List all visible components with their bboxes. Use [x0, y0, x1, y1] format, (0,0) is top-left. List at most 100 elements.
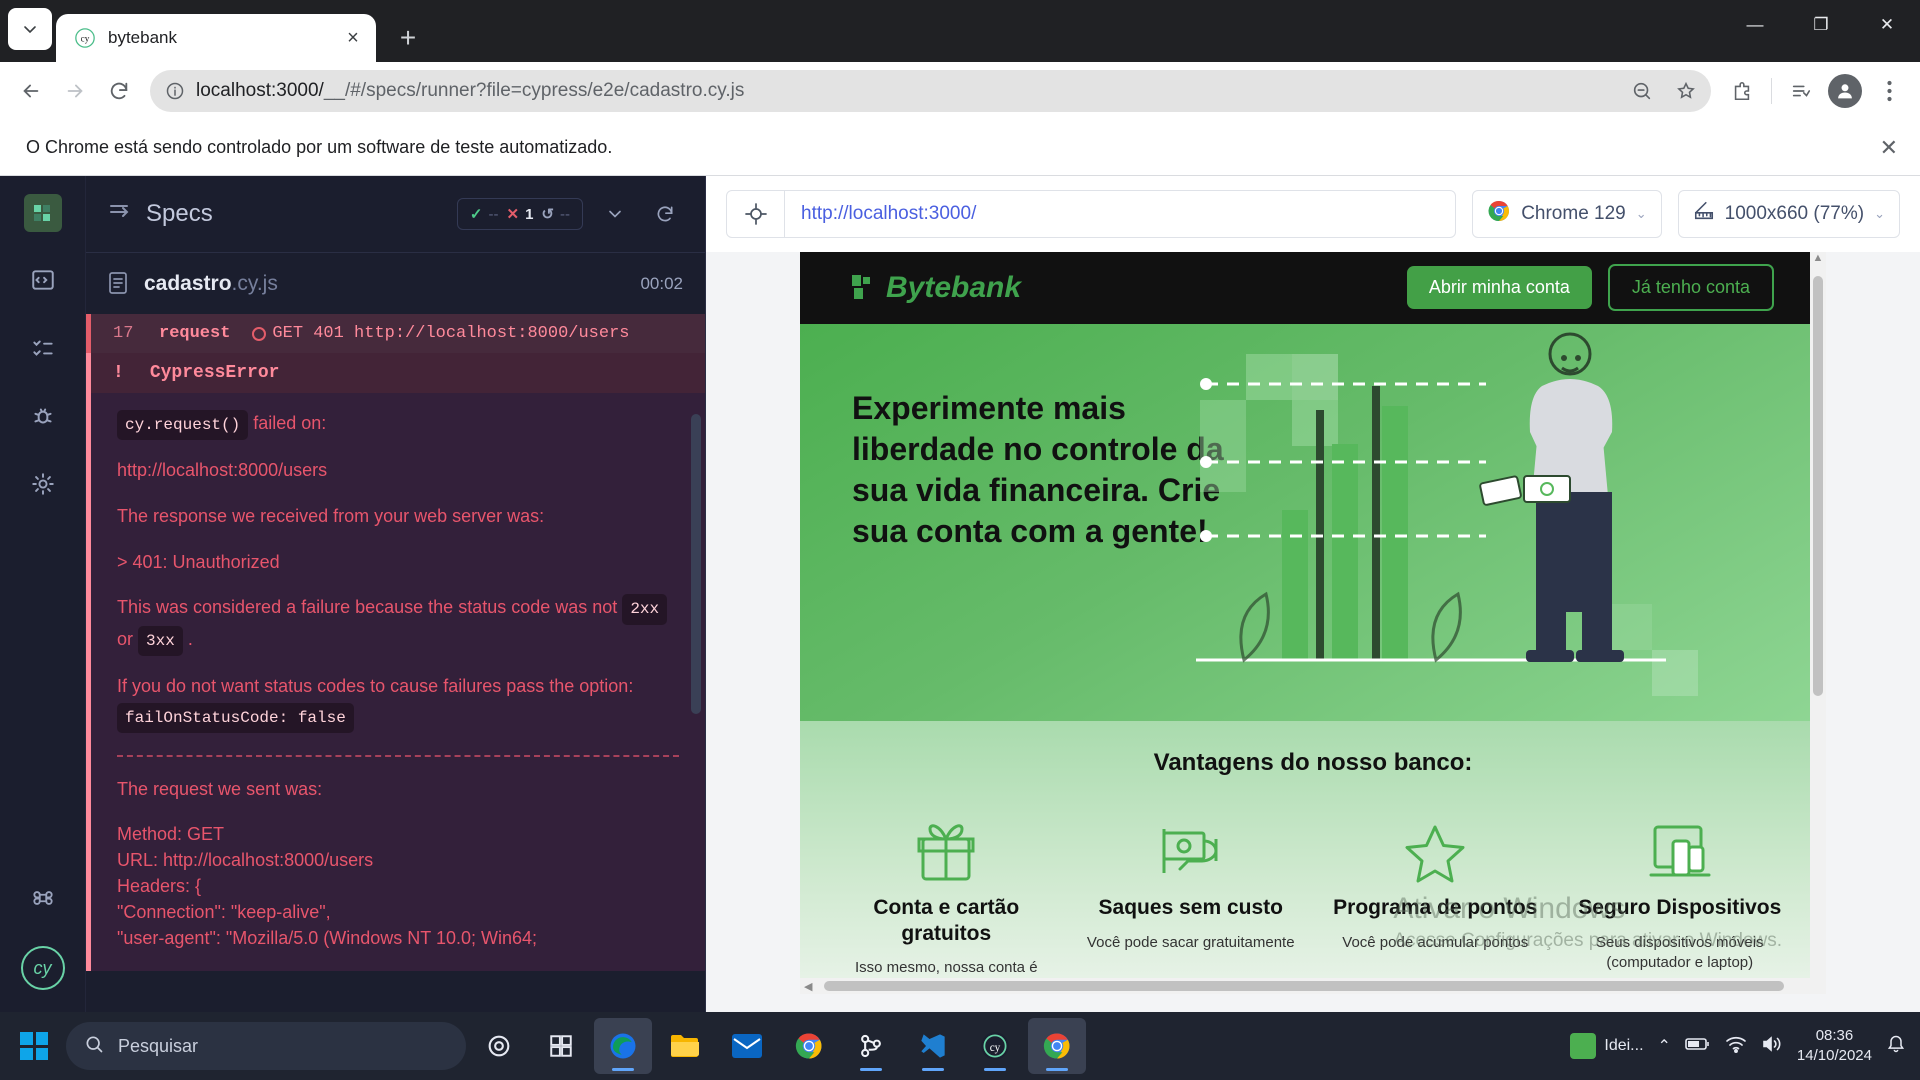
aut-stage: Bytebank Abrir minha conta Já tenho cont… — [706, 252, 1920, 1012]
wifi-icon[interactable] — [1725, 1035, 1747, 1058]
command-message: GET 401 http://localhost:8000/users — [252, 324, 629, 343]
cypress-logo-icon[interactable]: cy — [20, 946, 65, 990]
advantage-card: Programa de pontos Você pode acumular po… — [1325, 811, 1545, 978]
cypress-app: cy Specs ✓ -- ✕ 1 ↺ -- cadastro.cy.js 00… — [0, 176, 1920, 1012]
error-failed-on-text: failed on: — [253, 413, 327, 433]
open-account-button[interactable]: Abrir minha conta — [1406, 266, 1592, 310]
error-url: http://localhost:8000/users — [117, 460, 328, 481]
browser-toolbar: localhost:3000/__/#/specs/runner?file=cy… — [0, 62, 1920, 120]
profile-avatar-icon[interactable] — [1824, 70, 1866, 112]
taskbar-search[interactable]: Pesquisar — [66, 1022, 466, 1070]
browser-tab[interactable]: cy bytebank × — [56, 14, 376, 62]
aut-url-bar[interactable]: http://localhost:3000/ — [726, 190, 1457, 238]
edge-icon[interactable] — [594, 1018, 652, 1074]
file-icon — [108, 271, 130, 297]
git-icon[interactable] — [842, 1018, 900, 1074]
cypress-reporter-panel: Specs ✓ -- ✕ 1 ↺ -- cadastro.cy.js 00:02… — [86, 176, 706, 1012]
rerun-button[interactable] — [647, 196, 683, 232]
site-info-icon[interactable] — [164, 80, 186, 102]
vscode-icon[interactable] — [904, 1018, 962, 1074]
error-response-text: The response we received from your web s… — [117, 506, 545, 527]
scroll-up-arrow-icon[interactable]: ▲ — [1813, 252, 1824, 264]
error-or: or — [117, 628, 134, 649]
viewport-selector[interactable]: 1000x660 (77%) ⌄ — [1677, 190, 1900, 238]
reading-list-icon[interactable] — [1780, 70, 1822, 112]
reload-button[interactable] — [98, 70, 140, 112]
spec-file-row[interactable]: cadastro.cy.js 00:02 — [86, 252, 705, 314]
ideia-icon — [1570, 1033, 1597, 1059]
svg-text:cy: cy — [81, 34, 90, 44]
minimize-button[interactable]: — — [1722, 0, 1788, 50]
chrome-active-icon[interactable] — [1028, 1018, 1086, 1074]
volume-icon[interactable] — [1761, 1035, 1783, 1058]
notification-icon[interactable] — [1886, 1034, 1906, 1059]
aut-vertical-scrollbar[interactable]: ▲ ▼ — [1810, 252, 1826, 994]
chrome-icon[interactable] — [780, 1018, 838, 1074]
browser-name: Chrome 129 — [1521, 203, 1626, 224]
app-under-test[interactable]: Bytebank Abrir minha conta Já tenho cont… — [800, 252, 1826, 994]
browser-selector[interactable]: Chrome 129 ⌄ — [1472, 190, 1662, 238]
close-window-button[interactable]: ✕ — [1854, 0, 1920, 50]
mail-icon[interactable] — [718, 1018, 776, 1074]
maximize-button[interactable]: ❐ — [1788, 0, 1854, 50]
toolbar-divider — [1771, 78, 1772, 104]
active-indicator — [984, 1068, 1006, 1071]
aut-horizontal-scrollbar[interactable]: ◀ — [800, 978, 1826, 994]
chevron-down-icon — [24, 26, 36, 34]
tab-close-button[interactable]: × — [340, 25, 366, 51]
scrollbar-thumb[interactable] — [1813, 276, 1823, 696]
extensions-icon[interactable] — [1721, 70, 1763, 112]
scrollbar-thumb[interactable] — [824, 981, 1784, 991]
active-indicator — [922, 1068, 944, 1071]
forward-button[interactable] — [54, 70, 96, 112]
tray-chevron-up-icon[interactable]: ⌃ — [1658, 1036, 1671, 1056]
advantage-card: Saques sem custo Você pode sacar gratuit… — [1081, 811, 1301, 978]
tray-app-ideia[interactable]: Idei... — [1570, 1033, 1644, 1059]
selector-playground-icon[interactable] — [727, 191, 785, 237]
back-button[interactable] — [10, 70, 52, 112]
cypress-icon: cy — [74, 27, 96, 49]
login-button[interactable]: Já tenho conta — [1607, 264, 1774, 312]
star-icon[interactable] — [1669, 74, 1703, 108]
battery-icon[interactable] — [1685, 1036, 1711, 1057]
bytebank-mark-icon — [852, 274, 876, 301]
taskbar-clock[interactable]: 08:36 14/10/2024 — [1797, 1026, 1872, 1067]
new-tab-button[interactable]: + — [386, 16, 430, 60]
command-name: request — [159, 324, 231, 343]
automation-infobar: O Chrome está sendo controlado por um so… — [0, 120, 1920, 176]
error-code-3xx: 3xx — [138, 625, 183, 657]
error-hint: If you do not want status codes to cause… — [117, 672, 679, 734]
command-row[interactable]: 17 request GET 401 http://localhost:8000… — [86, 314, 705, 353]
command-key-icon[interactable] — [23, 878, 63, 918]
task-view-icon[interactable] — [470, 1018, 528, 1074]
error-line-failed-on: cy.request() failed on: — [117, 409, 679, 441]
collapse-button[interactable] — [597, 196, 633, 232]
sidebar-toggle-icon[interactable] — [108, 201, 132, 227]
sidebar-item-specs[interactable] — [23, 260, 63, 300]
spec-ext: .cy.js — [231, 271, 278, 295]
scroll-left-arrow-icon[interactable]: ◀ — [800, 980, 816, 993]
page-title: Specs — [146, 200, 213, 227]
infobar-close-button[interactable]: ✕ — [1880, 135, 1898, 161]
command-log[interactable]: 17 request GET 401 http://localhost:8000… — [86, 314, 705, 1012]
address-bar[interactable]: localhost:3000/__/#/specs/runner?file=cy… — [150, 70, 1711, 112]
widgets-icon[interactable] — [532, 1018, 590, 1074]
settings-gear-icon[interactable] — [23, 464, 63, 504]
file-explorer-icon[interactable] — [656, 1018, 714, 1074]
reporter-scrollbar[interactable] — [691, 414, 701, 714]
windows-start-icon[interactable] — [6, 1018, 62, 1074]
sidebar-item-debug[interactable] — [23, 396, 63, 436]
tab-search-button[interactable] — [8, 8, 52, 50]
three-dot-menu-icon[interactable] — [1868, 70, 1910, 112]
svg-text:cy: cy — [990, 1042, 1001, 1054]
zoom-out-icon[interactable] — [1625, 74, 1659, 108]
cypress-icon[interactable]: cy — [966, 1018, 1024, 1074]
error-request-details: Method: GET URL: http://localhost:8000/u… — [117, 821, 679, 951]
command-number: 17 — [113, 324, 134, 343]
specs-header: Specs ✓ -- ✕ 1 ↺ -- — [86, 176, 705, 252]
pending-circle-icon: ↺ — [541, 206, 554, 223]
bytebank-logo[interactable]: Bytebank — [852, 271, 1021, 305]
sidebar-item-runs[interactable] — [23, 328, 63, 368]
cypress-app-logo[interactable] — [23, 194, 62, 232]
active-indicator — [612, 1068, 634, 1071]
